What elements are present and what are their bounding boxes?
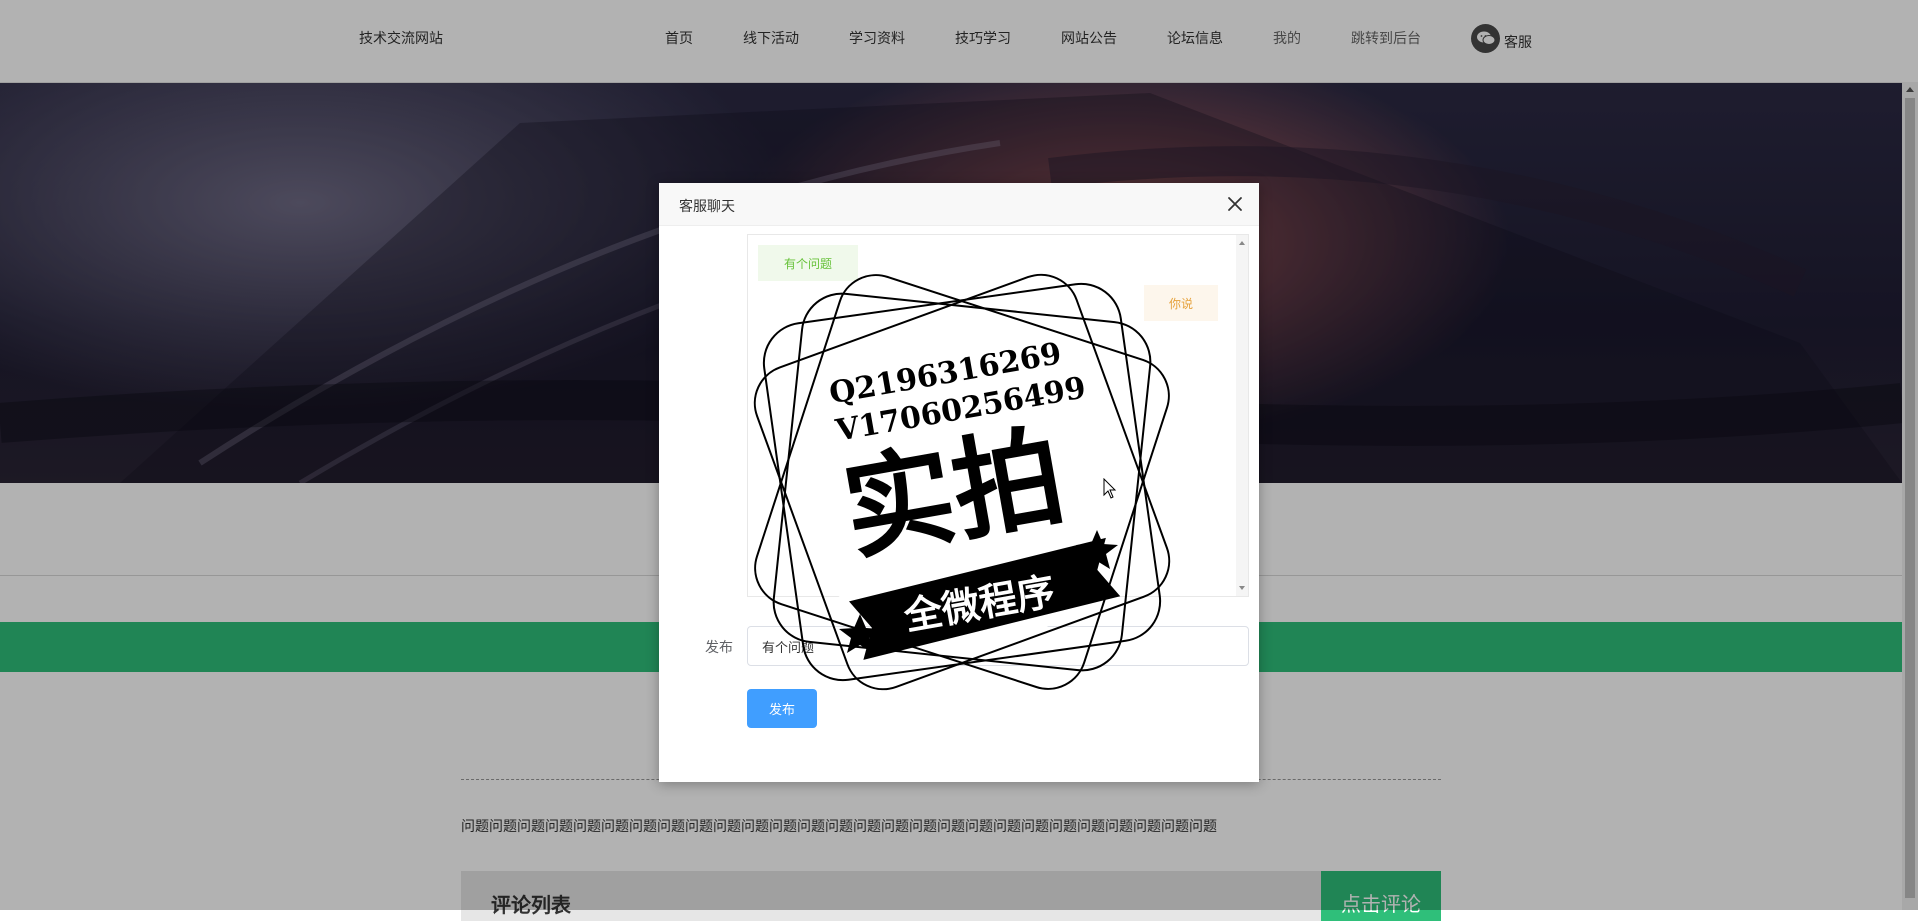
chat-history[interactable]: 有个问题 你说 — [747, 234, 1249, 597]
dialog-title: 客服聊天 — [679, 199, 735, 215]
dialog-header: 客服聊天 — [659, 183, 1259, 226]
publish-label: 发布 — [705, 640, 733, 656]
chat-message-service: 你说 — [1144, 285, 1218, 321]
close-icon[interactable] — [1226, 195, 1244, 213]
chat-scrollbar[interactable] — [1236, 235, 1248, 596]
chat-dialog: 客服聊天 有个问题 你说 发布 发布 — [659, 183, 1259, 782]
mouse-cursor-icon — [1103, 477, 1117, 504]
publish-button[interactable]: 发布 — [747, 689, 817, 728]
scroll-down-icon[interactable] — [1239, 586, 1245, 590]
chat-message-user: 有个问题 — [758, 245, 858, 281]
message-input[interactable] — [747, 626, 1249, 666]
scroll-up-icon[interactable] — [1239, 241, 1245, 245]
